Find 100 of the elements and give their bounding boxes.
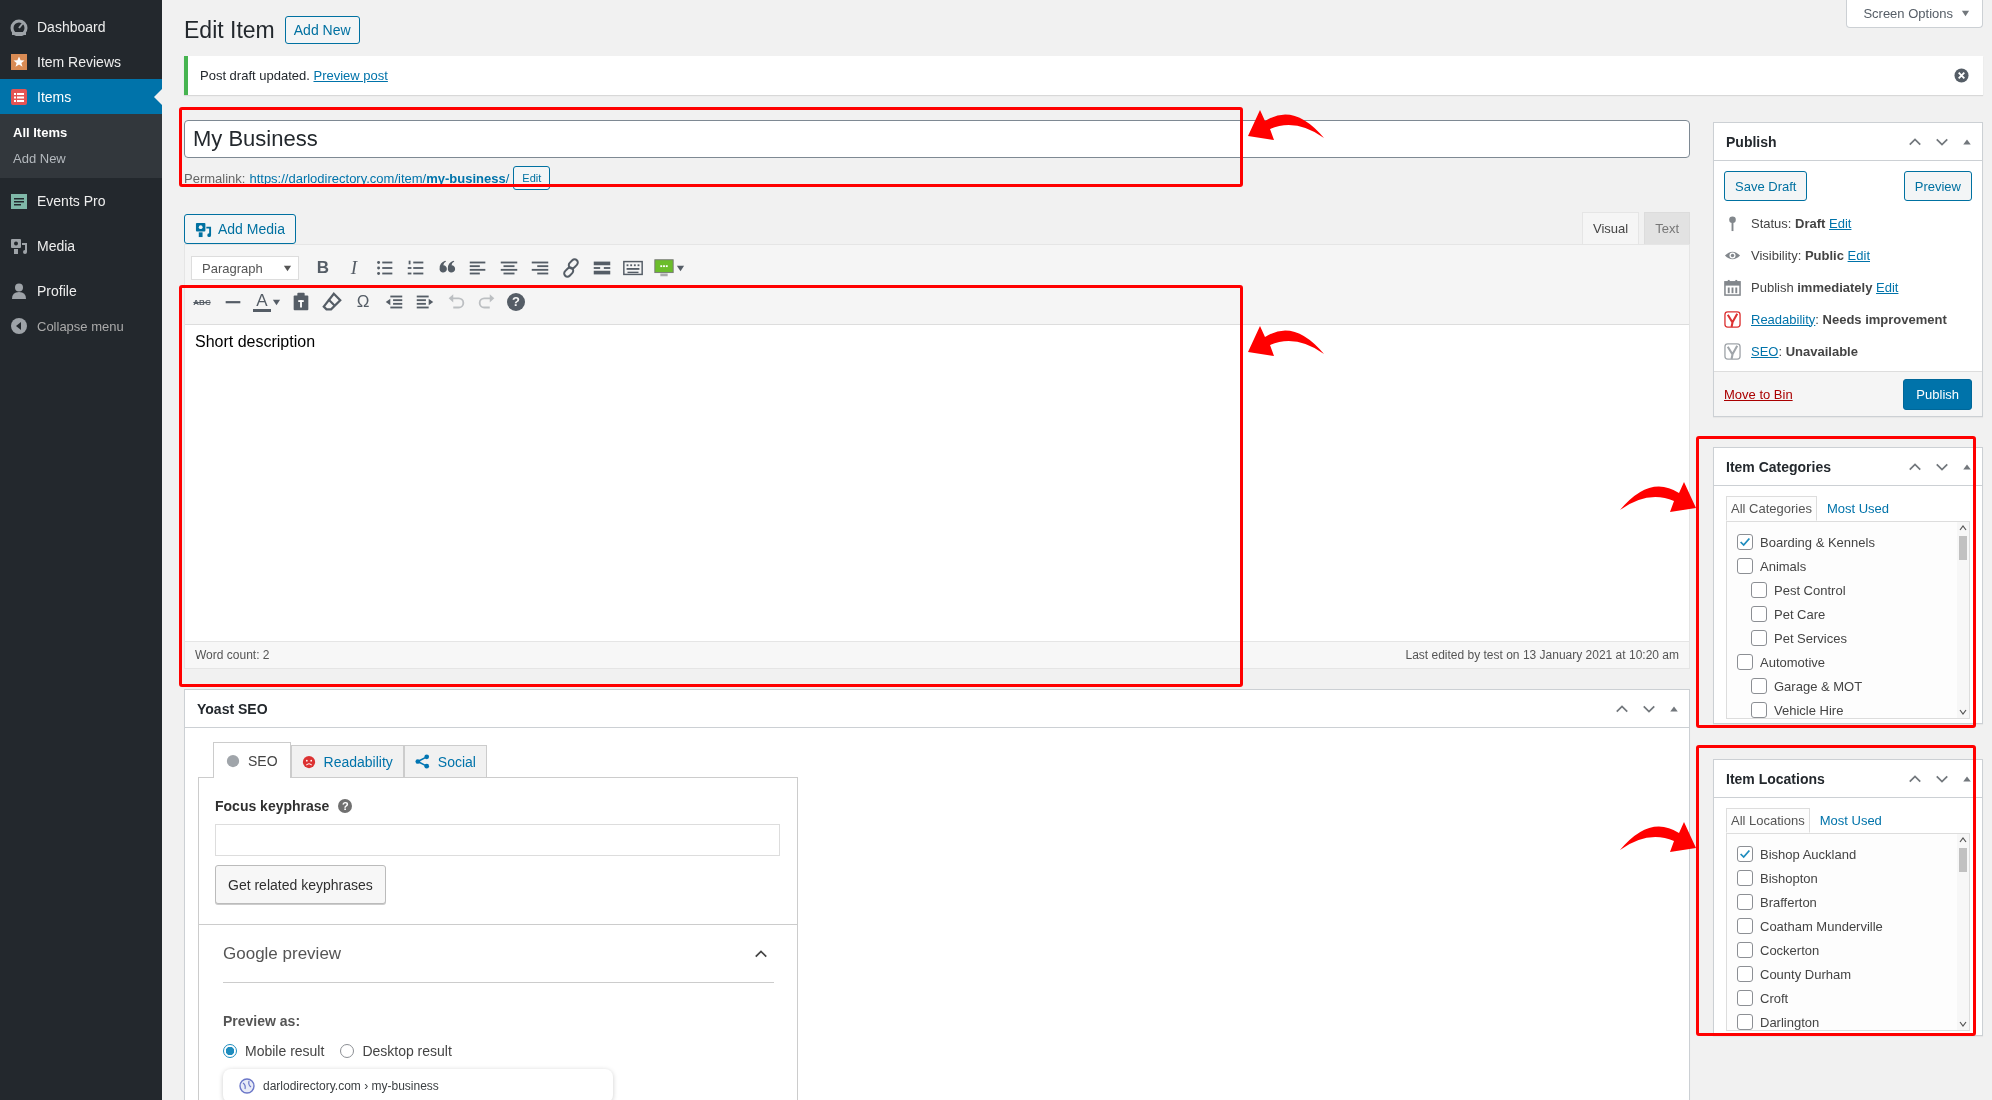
edit-link[interactable]: Edit	[1847, 247, 1870, 263]
permalink-link[interactable]: https://darlodirectory.com/item/my-business/	[249, 170, 510, 186]
edit-link[interactable]: Edit	[1829, 215, 1852, 231]
caret-icon	[1961, 9, 1970, 18]
add-new-button[interactable]: Add New	[284, 16, 360, 44]
checkbox[interactable]	[1751, 678, 1767, 694]
checkbox[interactable]	[1737, 870, 1753, 886]
events-icon	[10, 191, 28, 210]
menu-item[interactable]: Media	[0, 223, 162, 268]
page-title: Edit Item	[184, 16, 275, 44]
italic-button[interactable]: I	[343, 257, 365, 279]
scrollbar[interactable]	[1957, 834, 1969, 1030]
checkbox-label: County Durham	[1760, 966, 1852, 982]
score-dot-icon	[226, 753, 240, 768]
caret-icon[interactable]	[272, 297, 281, 307]
add-media-button[interactable]: Add Media	[184, 214, 296, 244]
google-preview-header[interactable]: Google preview	[223, 925, 774, 983]
edit-link[interactable]: Edit	[1876, 279, 1899, 295]
checkbox[interactable]	[1737, 894, 1753, 910]
text-color-button[interactable]: A	[253, 292, 271, 312]
taxonomy-tab[interactable]: Most Used	[1814, 808, 1887, 833]
checkbox[interactable]	[1751, 702, 1767, 718]
checkbox[interactable]	[1737, 558, 1753, 574]
profile-icon	[10, 281, 28, 300]
publish-meta-text: Readability: Needs improvement	[1751, 311, 1947, 327]
panel-title: Item Categories	[1726, 458, 1832, 475]
radio-button[interactable]	[223, 1044, 237, 1058]
panel-title: Item Locations	[1726, 770, 1825, 787]
checkbox-label: Pet Services	[1774, 630, 1847, 646]
items-icon	[10, 87, 28, 106]
scrollbar[interactable]	[1957, 522, 1969, 718]
checkbox[interactable]	[1737, 534, 1753, 550]
screen-options-tab[interactable]: Screen Options	[1846, 0, 1983, 28]
help-button[interactable]: ?	[507, 293, 525, 311]
editor-content[interactable]: Short description	[185, 325, 1689, 641]
caret-icon[interactable]	[676, 263, 685, 273]
submenu-item[interactable]: All Items	[0, 120, 162, 146]
reviews-icon	[10, 52, 28, 71]
focus-keyphrase-field[interactable]	[215, 824, 780, 856]
clear-formatting-icon[interactable]	[321, 291, 343, 313]
save-draft-button[interactable]: Save Draft	[1724, 171, 1808, 201]
radio-button[interactable]	[340, 1044, 355, 1058]
checkbox[interactable]	[1737, 846, 1753, 862]
yoast-tab[interactable]: SEO	[213, 742, 291, 778]
link-icon[interactable]	[560, 257, 582, 279]
checkbox-label: Croft	[1760, 990, 1789, 1006]
radio-option[interactable]: Mobile result	[223, 1043, 325, 1059]
yoast-tab[interactable]: Readability	[290, 745, 404, 777]
yoast-tab[interactable]: Social	[403, 745, 487, 777]
panel-title: Yoast SEO	[197, 700, 268, 717]
focus-keyphrase-label: Focus keyphrase	[215, 798, 330, 814]
caret-icon	[283, 263, 292, 273]
checkbox[interactable]	[1737, 918, 1753, 934]
collapse-icon	[10, 317, 28, 335]
checkbox-label: Cockerton	[1760, 942, 1820, 958]
monitor-icon[interactable]	[653, 257, 675, 279]
publish-meta-text: Publish immediately Edit	[1751, 279, 1899, 295]
move-to-bin-link[interactable]: Move to Bin	[1724, 386, 1793, 402]
radio-option[interactable]: Desktop result	[340, 1043, 452, 1059]
checkbox-label: Darlington	[1760, 1014, 1820, 1030]
menu-item[interactable]: Profile	[0, 268, 162, 313]
snippet-url: darlodirectory.com › my-business	[263, 1079, 439, 1093]
checkbox-label: Garage & MOT	[1774, 678, 1863, 694]
media-icon	[195, 220, 212, 238]
taxonomy-tab[interactable]: All Categories	[1726, 496, 1817, 521]
checkbox[interactable]	[1737, 966, 1753, 982]
bold-button[interactable]: B	[312, 258, 334, 278]
checkbox[interactable]	[1737, 990, 1753, 1006]
checkbox[interactable]	[1737, 942, 1753, 958]
checkbox[interactable]	[1751, 630, 1767, 646]
menu-item[interactable]: Events Pro	[0, 178, 162, 223]
title-field[interactable]: My Business	[184, 120, 1690, 158]
publish-button[interactable]: Publish	[1903, 378, 1972, 410]
menu-item[interactable]: Items	[0, 79, 162, 114]
checkbox-label: Brafferton	[1760, 894, 1817, 910]
checkbox[interactable]	[1751, 582, 1767, 598]
preview-post-link[interactable]: Preview post	[313, 68, 388, 83]
publish-meta-text: SEO: Unavailable	[1751, 343, 1858, 359]
checkbox-label: Animals	[1760, 558, 1807, 574]
preview-button[interactable]: Preview	[1903, 171, 1972, 201]
editor-tab[interactable]: Visual	[1581, 212, 1640, 244]
checkbox-label: Coatham Munderville	[1760, 918, 1883, 934]
taxonomy-tab[interactable]: All Locations	[1726, 808, 1810, 833]
editor-tab[interactable]: Text	[1644, 212, 1690, 244]
menu-item[interactable]: Item Reviews	[0, 44, 162, 79]
collapse-menu-button[interactable]: Collapse menu	[0, 313, 162, 339]
checkbox[interactable]	[1751, 606, 1767, 622]
help-icon[interactable]: ?	[338, 799, 353, 813]
menu-item[interactable]: Dashboard	[0, 9, 162, 44]
taxonomy-tab[interactable]: Most Used	[1821, 496, 1895, 521]
content-text: Short description	[195, 333, 317, 351]
word-count: Word count: 2	[195, 648, 270, 662]
strikethrough-button[interactable]: ABC	[191, 297, 213, 307]
special-character-button[interactable]: Ω	[352, 292, 374, 312]
checkbox[interactable]	[1737, 654, 1753, 670]
format-select[interactable]: Paragraph	[191, 256, 299, 280]
related-keyphrases-button[interactable]: Get related keyphrases	[215, 865, 386, 904]
close-icon[interactable]	[1954, 68, 1969, 83]
checkbox[interactable]	[1737, 1014, 1753, 1030]
submenu-item[interactable]: Add New	[0, 146, 162, 172]
